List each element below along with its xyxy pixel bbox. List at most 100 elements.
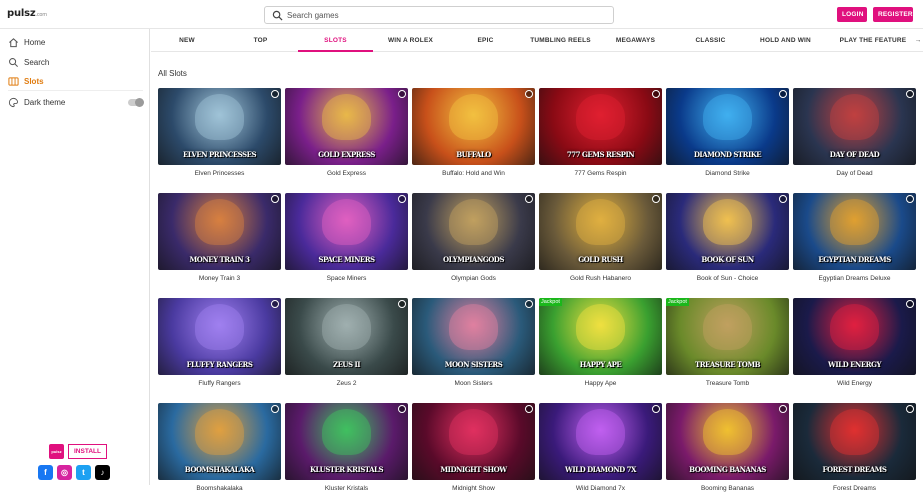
game-thumbnail[interactable]: FOREST DREAMS xyxy=(793,403,916,480)
tab-slots[interactable]: SLOTS xyxy=(298,29,373,52)
info-icon[interactable] xyxy=(906,90,914,98)
game-tile[interactable]: BOOMSHAKALAKA Boomshakalaka xyxy=(158,403,281,492)
game-thumbnail[interactable]: MIDNIGHT SHOW xyxy=(412,403,535,480)
login-button[interactable]: LOGIN xyxy=(837,7,867,22)
info-icon[interactable] xyxy=(906,300,914,308)
game-tile[interactable]: BOOK OF SUN Book of Sun - Choice xyxy=(666,193,789,282)
game-tile[interactable]: GOLD EXPRESS Gold Express xyxy=(285,88,408,177)
dark-theme-toggle[interactable] xyxy=(128,98,144,107)
game-name[interactable]: Forest Dreams xyxy=(793,485,916,492)
info-icon[interactable] xyxy=(271,90,279,98)
game-thumbnail[interactable]: BOOK OF SUN xyxy=(666,193,789,270)
tiktok-icon[interactable]: ♪ xyxy=(95,465,110,480)
search-input[interactable] xyxy=(287,8,607,23)
info-icon[interactable] xyxy=(271,405,279,413)
info-icon[interactable] xyxy=(779,405,787,413)
game-thumbnail[interactable]: BUFFALO xyxy=(412,88,535,165)
game-tile[interactable]: FOREST DREAMS Forest Dreams xyxy=(793,403,916,492)
game-name[interactable]: Wild Energy xyxy=(793,380,916,387)
sidebar-item-search[interactable]: Search xyxy=(8,55,49,69)
game-name[interactable]: Zeus 2 xyxy=(285,380,408,387)
game-tile[interactable]: Jackpot TREASURE TOMB Treasure Tomb xyxy=(666,298,789,387)
game-thumbnail[interactable]: GOLD RUSH xyxy=(539,193,662,270)
info-icon[interactable] xyxy=(398,405,406,413)
game-name[interactable]: Gold Express xyxy=(285,170,408,177)
game-tile[interactable]: ELVEN PRINCESSES Elven Princesses xyxy=(158,88,281,177)
game-name[interactable]: Olympian Gods xyxy=(412,275,535,282)
game-tile[interactable]: MIDNIGHT SHOW Midnight Show xyxy=(412,403,535,492)
game-name[interactable]: Egyptian Dreams Deluxe xyxy=(793,275,916,282)
game-thumbnail[interactable]: KLUSTER KRISTALS xyxy=(285,403,408,480)
game-thumbnail[interactable]: Jackpot TREASURE TOMB xyxy=(666,298,789,375)
game-thumbnail[interactable]: WILD ENERGY xyxy=(793,298,916,375)
game-tile[interactable]: FLUFFY RANGERS Fluffy Rangers xyxy=(158,298,281,387)
game-thumbnail[interactable]: SPACE MINERS xyxy=(285,193,408,270)
game-thumbnail[interactable]: FLUFFY RANGERS xyxy=(158,298,281,375)
game-tile[interactable]: BOOMING BANANAS Booming Bananas xyxy=(666,403,789,492)
info-icon[interactable] xyxy=(525,195,533,203)
game-tile[interactable]: OLYMPIANGODS Olympian Gods xyxy=(412,193,535,282)
game-tile[interactable]: WILD ENERGY Wild Energy xyxy=(793,298,916,387)
game-name[interactable]: Space Miners xyxy=(285,275,408,282)
game-tile[interactable]: KLUSTER KRISTALS Kluster Kristals xyxy=(285,403,408,492)
game-name[interactable]: 777 Gems Respin xyxy=(539,170,662,177)
game-tile[interactable]: ZEUS II Zeus 2 xyxy=(285,298,408,387)
game-thumbnail[interactable]: MONEY TRAIN 3 xyxy=(158,193,281,270)
register-button[interactable]: REGISTER xyxy=(873,7,913,22)
info-icon[interactable] xyxy=(271,300,279,308)
game-thumbnail[interactable]: BOOMING BANANAS xyxy=(666,403,789,480)
game-name[interactable]: Elven Princesses xyxy=(158,170,281,177)
info-icon[interactable] xyxy=(398,300,406,308)
game-thumbnail[interactable]: 777 GEMS RESPIN xyxy=(539,88,662,165)
twitter-icon[interactable]: t xyxy=(76,465,91,480)
info-icon[interactable] xyxy=(525,405,533,413)
game-thumbnail[interactable]: Jackpot HAPPY APE xyxy=(539,298,662,375)
tab-win-a-rolex[interactable]: WIN A ROLEX xyxy=(373,29,448,52)
tab-epic[interactable]: EPIC xyxy=(448,29,523,52)
info-icon[interactable] xyxy=(906,195,914,203)
pulsz-logo[interactable]: pulsz.com xyxy=(7,8,47,19)
game-tile[interactable]: GOLD RUSH Gold Rush Habanero xyxy=(539,193,662,282)
game-name[interactable]: Moon Sisters xyxy=(412,380,535,387)
game-tile[interactable]: 777 GEMS RESPIN 777 Gems Respin xyxy=(539,88,662,177)
game-name[interactable]: Gold Rush Habanero xyxy=(539,275,662,282)
game-tile[interactable]: MONEY TRAIN 3 Money Train 3 xyxy=(158,193,281,282)
scroll-tabs-arrow-icon[interactable]: → xyxy=(913,29,923,52)
game-thumbnail[interactable]: ZEUS II xyxy=(285,298,408,375)
game-tile[interactable]: BUFFALO Buffalo: Hold and Win xyxy=(412,88,535,177)
info-icon[interactable] xyxy=(271,195,279,203)
game-thumbnail[interactable]: DIAMOND STRIKE xyxy=(666,88,789,165)
tab-top[interactable]: TOP xyxy=(223,29,298,52)
game-thumbnail[interactable]: OLYMPIANGODS xyxy=(412,193,535,270)
game-tile[interactable]: SPACE MINERS Space Miners xyxy=(285,193,408,282)
game-name[interactable]: Booming Bananas xyxy=(666,485,789,492)
game-name[interactable]: Boomshakalaka xyxy=(158,485,281,492)
game-tile[interactable]: MOON SISTERS Moon Sisters xyxy=(412,298,535,387)
game-thumbnail[interactable]: BOOMSHAKALAKA xyxy=(158,403,281,480)
game-tile[interactable]: DAY OF DEAD Day of Dead xyxy=(793,88,916,177)
info-icon[interactable] xyxy=(525,300,533,308)
info-icon[interactable] xyxy=(652,195,660,203)
install-button[interactable]: INSTALL xyxy=(68,444,107,459)
game-tile[interactable]: Jackpot HAPPY APE Happy Ape xyxy=(539,298,662,387)
game-name[interactable]: Wild Diamond 7x xyxy=(539,485,662,492)
tab-classic[interactable]: CLASSIC xyxy=(673,29,748,52)
game-name[interactable]: Book of Sun - Choice xyxy=(666,275,789,282)
game-thumbnail[interactable]: WILD DIAMOND 7X xyxy=(539,403,662,480)
tab-new[interactable]: NEW xyxy=(151,29,223,52)
game-thumbnail[interactable]: DAY OF DEAD xyxy=(793,88,916,165)
info-icon[interactable] xyxy=(398,195,406,203)
info-icon[interactable] xyxy=(906,405,914,413)
game-name[interactable]: Day of Dead xyxy=(793,170,916,177)
tab-tumbling-reels[interactable]: TUMBLING REELS xyxy=(523,29,598,52)
game-thumbnail[interactable]: EGYPTIAN DREAMS xyxy=(793,193,916,270)
game-name[interactable]: Fluffy Rangers xyxy=(158,380,281,387)
game-thumbnail[interactable]: MOON SISTERS xyxy=(412,298,535,375)
tab-hold-and-win[interactable]: HOLD AND WIN xyxy=(748,29,823,52)
game-name[interactable]: Treasure Tomb xyxy=(666,380,789,387)
info-icon[interactable] xyxy=(652,405,660,413)
game-tile[interactable]: EGYPTIAN DREAMS Egyptian Dreams Deluxe xyxy=(793,193,916,282)
sidebar-item-home[interactable]: Home xyxy=(8,35,45,49)
game-tile[interactable]: WILD DIAMOND 7X Wild Diamond 7x xyxy=(539,403,662,492)
sidebar-item-slots[interactable]: Slots xyxy=(8,74,44,88)
